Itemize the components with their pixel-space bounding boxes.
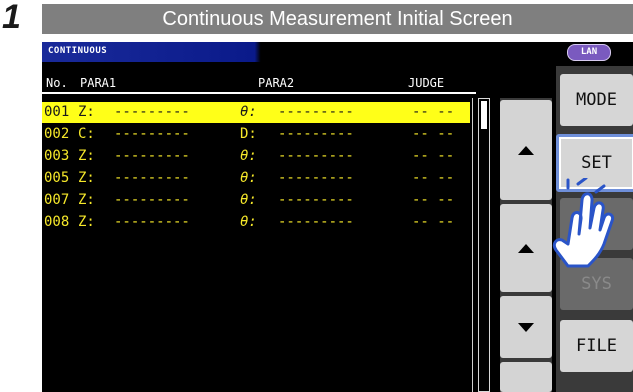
row-value1: --------- [114, 126, 190, 142]
row-no: 008 [44, 214, 70, 230]
lan-badge: LAN [567, 44, 611, 61]
row-param2: θ: [240, 214, 257, 230]
arrow-up-icon [518, 243, 534, 253]
scroll-buttons [500, 98, 552, 392]
table-header: No. PARA1 PARA2 JUDGE [42, 74, 476, 94]
row-judge: -- -- [412, 170, 455, 186]
row-param1: Z: [78, 170, 95, 186]
table-row[interactable]: 001 Z: --------- θ: --------- -- -- [42, 102, 470, 123]
screen-title: CONTINUOUS [48, 46, 108, 56]
table-row[interactable]: 002 C: --------- D: --------- -- -- [42, 124, 470, 145]
row-judge: -- -- [412, 126, 455, 142]
title-bar: CONTINUOUS [42, 42, 633, 62]
header-no: No. [46, 76, 68, 90]
step-number: 1 [2, 0, 21, 36]
row-param2: θ: [240, 170, 257, 186]
step-caption: Continuous Measurement Initial Screen [42, 4, 633, 34]
row-no: 001 [44, 104, 70, 120]
row-value2: --------- [278, 148, 354, 164]
table-row[interactable]: 005 Z: --------- θ: --------- -- -- [42, 168, 470, 189]
row-param2: θ: [240, 148, 257, 164]
page-down-button[interactable] [500, 362, 552, 392]
row-value1: --------- [114, 148, 190, 164]
row-param1: Z: [78, 148, 95, 164]
row-value2: --------- [278, 170, 354, 186]
header-para2: PARA2 [258, 76, 295, 90]
table-row[interactable]: 003 Z: --------- θ: --------- -- -- [42, 146, 470, 167]
row-judge: -- -- [412, 104, 455, 120]
row-value1: --------- [114, 170, 190, 186]
hand-pointer-icon [552, 178, 615, 268]
row-value1: --------- [114, 192, 190, 208]
row-no: 003 [44, 148, 70, 164]
row-value2: --------- [278, 104, 354, 120]
row-judge: -- -- [412, 192, 455, 208]
scroll-down-button[interactable] [500, 296, 552, 358]
row-param1: Z: [78, 104, 95, 120]
row-param2: θ: [240, 192, 257, 208]
file-button[interactable]: FILE [560, 320, 633, 372]
row-param2: θ: [240, 104, 257, 120]
table-row[interactable]: 007 Z: --------- θ: --------- -- -- [42, 190, 470, 211]
row-judge: -- -- [412, 148, 455, 164]
arrow-up-icon [518, 145, 534, 155]
row-value2: --------- [278, 126, 354, 142]
row-value1: --------- [114, 104, 190, 120]
row-value1: --------- [114, 214, 190, 230]
row-value2: --------- [278, 192, 354, 208]
row-no: 005 [44, 170, 70, 186]
scroll-up-button[interactable] [500, 204, 552, 292]
row-param1: Z: [78, 214, 95, 230]
row-no: 002 [44, 126, 70, 142]
row-param2: D: [240, 126, 257, 142]
header-para1: PARA1 [80, 76, 117, 90]
list-scrollbar[interactable] [478, 98, 490, 392]
row-value2: --------- [278, 214, 354, 230]
row-param1: C: [78, 126, 95, 142]
table-row[interactable]: 008 Z: --------- θ: --------- -- -- [42, 212, 470, 233]
measurement-list: 001 Z: --------- θ: --------- -- -- 002 … [42, 98, 473, 392]
row-no: 007 [44, 192, 70, 208]
instrument-screen: CONTINUOUS LAN No. PARA1 PARA2 JUDGE 001… [42, 42, 633, 392]
row-param1: Z: [78, 192, 95, 208]
header-judge: JUDGE [408, 76, 445, 90]
scrollbar-thumb[interactable] [481, 101, 487, 129]
page-up-button[interactable] [500, 100, 552, 200]
row-judge: -- -- [412, 214, 455, 230]
arrow-down-icon [518, 322, 534, 332]
mode-button[interactable]: MODE [560, 74, 633, 126]
